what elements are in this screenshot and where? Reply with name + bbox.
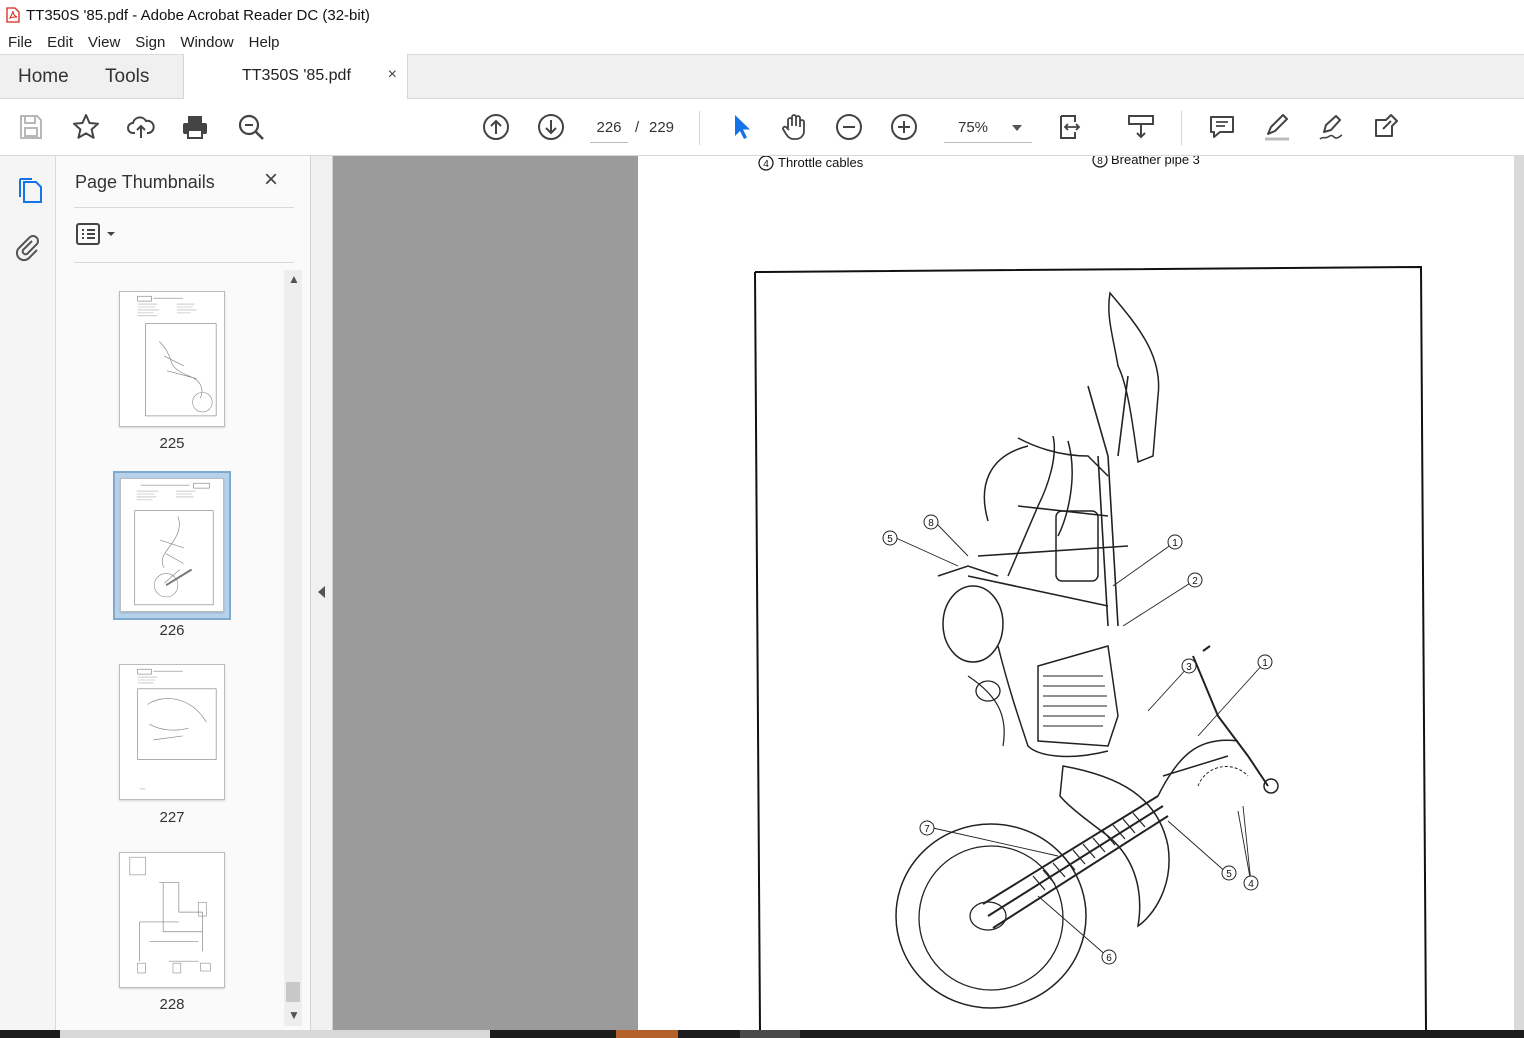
panel-title: Page Thumbnails: [75, 172, 215, 192]
upload-cloud-icon[interactable]: [125, 111, 157, 143]
zoom-dropdown[interactable]: 75%: [944, 113, 1032, 143]
thumbnail-number: 228: [159, 996, 185, 1013]
thumbnail-options-button[interactable]: [75, 220, 119, 250]
toolbar: / 229 75%: [0, 99, 1524, 229]
thumbnail-page-227[interactable]: [119, 664, 225, 800]
header-left-number: 4: [763, 159, 769, 170]
thumbnail-scrollbar[interactable]: ▲ ▼: [284, 270, 302, 1026]
callout-label: 2: [1192, 576, 1198, 587]
header-left-text: Throttle cables: [778, 156, 864, 170]
page-thumbnails-panel: Page Thumbnails × 225 226 227 228 ▲ ▼: [56, 156, 311, 1030]
page-number-input[interactable]: [590, 113, 628, 143]
print-icon[interactable]: [179, 111, 211, 143]
thumbnail-page-226[interactable]: [120, 478, 224, 612]
callout-label: 6: [1106, 953, 1112, 964]
pdf-page: 4 Throttle cables 8 Breather pipe 3 1 2 …: [638, 156, 1515, 1030]
thumbnail-number: 225: [159, 435, 185, 452]
next-page-icon[interactable]: [535, 111, 567, 143]
menu-bar: File Edit View Sign Window Help: [0, 30, 1524, 54]
edit-pdf-icon[interactable]: [1370, 111, 1402, 143]
taskbar-item[interactable]: [60, 1030, 490, 1038]
menu-help[interactable]: Help: [249, 34, 280, 51]
left-rail: [0, 156, 56, 1030]
fill-sign-icon[interactable]: [1315, 111, 1347, 143]
callout-label: 3: [1186, 662, 1192, 673]
find-zoom-icon[interactable]: [235, 111, 267, 143]
attachment-paperclip-icon[interactable]: [12, 232, 44, 266]
previous-page-icon[interactable]: [480, 111, 512, 143]
panel-collapse-splitter[interactable]: [311, 156, 333, 1030]
taskbar-item[interactable]: [616, 1030, 678, 1038]
window-title: TT350S '85.pdf - Adobe Acrobat Reader DC…: [26, 6, 370, 24]
bookmark-star-icon[interactable]: [70, 111, 102, 143]
page-total: 229: [649, 119, 675, 136]
thumbnail-page-225[interactable]: [119, 291, 225, 427]
menu-sign[interactable]: Sign: [135, 34, 165, 51]
tab-bar: Home Tools TT350S '85.pdf ×: [0, 54, 1524, 100]
tab-tools[interactable]: Tools: [105, 66, 149, 88]
scrollbar-thumb[interactable]: [286, 982, 300, 1002]
hand-tool-icon[interactable]: [778, 111, 810, 143]
tab-document[interactable]: TT350S '85.pdf ×: [183, 54, 408, 100]
menu-view[interactable]: View: [88, 34, 120, 51]
tab-home[interactable]: Home: [18, 66, 69, 88]
panel-divider: [74, 207, 294, 208]
pdf-file-icon: [6, 7, 20, 23]
motorcycle-diagram: 4 Throttle cables 8 Breather pipe 3 1 2 …: [754, 156, 1427, 1030]
page-thumbnails-icon[interactable]: [12, 176, 44, 210]
menu-window[interactable]: Window: [180, 34, 233, 51]
comment-icon[interactable]: [1206, 111, 1238, 143]
zoom-in-icon[interactable]: [888, 111, 920, 143]
taskbar: [0, 1030, 1524, 1038]
menu-edit[interactable]: Edit: [47, 34, 73, 51]
callout-label: 5: [887, 534, 893, 545]
document-scrollbar[interactable]: [1514, 156, 1524, 1030]
save-icon[interactable]: [15, 111, 47, 143]
zoom-out-icon[interactable]: [833, 111, 865, 143]
fit-page-icon[interactable]: [1055, 111, 1087, 143]
thumbnail-number: 227: [159, 809, 185, 826]
toolbar-divider: [1181, 111, 1182, 145]
callout-label: 1: [1172, 538, 1178, 549]
chevron-down-icon: [1012, 125, 1022, 131]
callout-label: 4: [1248, 879, 1254, 890]
close-tab-icon[interactable]: ×: [388, 66, 397, 84]
title-bar: TT350S '85.pdf - Adobe Acrobat Reader DC…: [0, 0, 1524, 30]
thumbnail-selection-frame[interactable]: [113, 471, 231, 620]
document-tab-label: TT350S '85.pdf: [242, 67, 351, 84]
highlight-pen-icon[interactable]: [1261, 111, 1293, 143]
callout-label: 8: [928, 518, 934, 529]
thumbnail-page-228[interactable]: [119, 852, 225, 988]
menu-file[interactable]: File: [8, 34, 32, 51]
header-right-number: 8: [1097, 156, 1103, 167]
thumbnail-number: 226: [159, 622, 185, 639]
scroll-mode-icon[interactable]: [1125, 111, 1157, 143]
callout-label: 7: [924, 824, 930, 835]
scroll-up-icon[interactable]: ▲: [288, 272, 300, 286]
callout-label: 1: [1262, 658, 1268, 669]
callout-label: 5: [1226, 869, 1232, 880]
toolbar-divider: [699, 111, 700, 145]
taskbar-item[interactable]: [740, 1030, 800, 1038]
scroll-down-icon[interactable]: ▼: [288, 1008, 300, 1022]
collapse-left-icon[interactable]: [318, 586, 325, 598]
header-right-text: Breather pipe 3: [1111, 156, 1200, 167]
page-separator: /: [635, 119, 640, 136]
zoom-value: 75%: [958, 119, 989, 136]
close-panel-icon[interactable]: ×: [264, 166, 278, 194]
select-cursor-icon[interactable]: [724, 111, 756, 143]
panel-divider: [74, 262, 294, 263]
document-view[interactable]: 4 Throttle cables 8 Breather pipe 3 1 2 …: [333, 156, 1524, 1030]
